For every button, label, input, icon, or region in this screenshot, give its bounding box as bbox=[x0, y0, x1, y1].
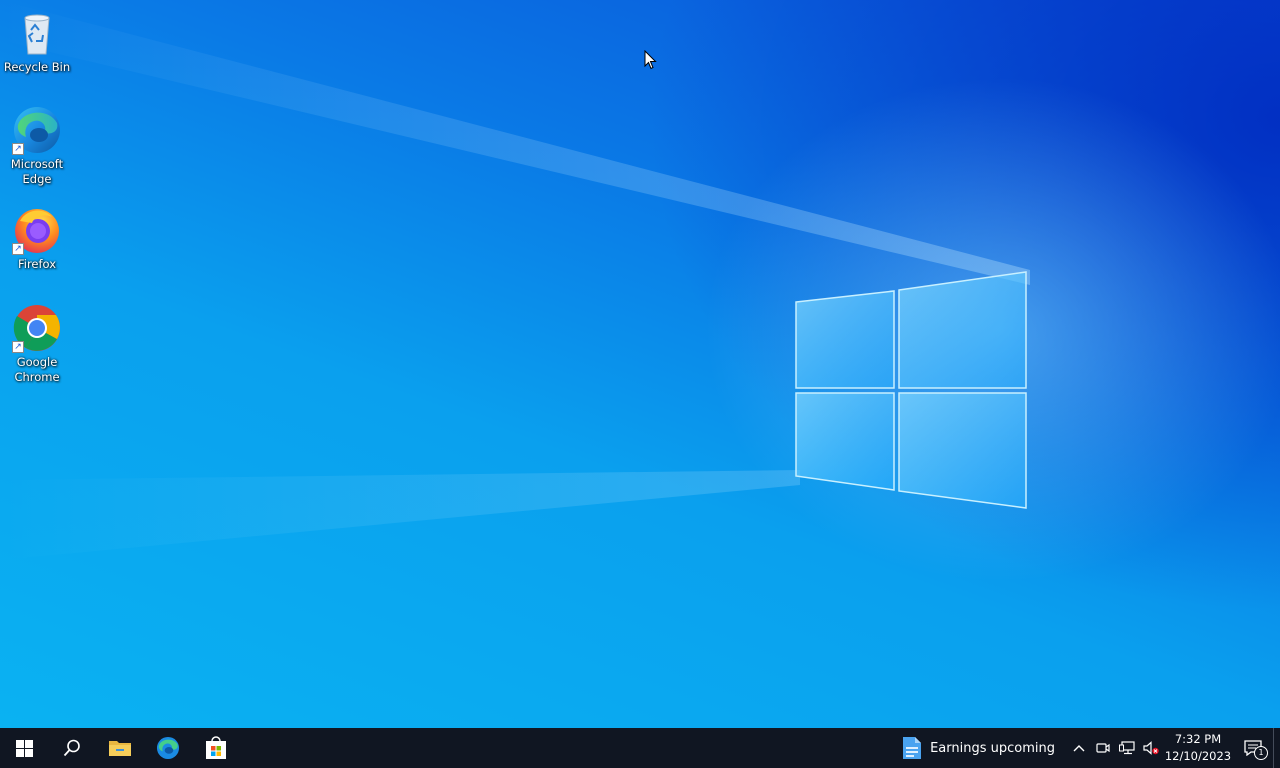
firefox-icon: ↗ bbox=[12, 205, 62, 255]
start-button[interactable] bbox=[0, 728, 48, 768]
search-icon bbox=[63, 739, 80, 757]
network-button[interactable] bbox=[1115, 728, 1139, 768]
volume-muted-icon bbox=[1143, 741, 1159, 755]
shortcut-arrow-icon: ↗ bbox=[12, 341, 24, 353]
clock-time: 7:32 PM bbox=[1174, 732, 1222, 746]
recycle-bin-label: Recycle Bin bbox=[3, 60, 71, 74]
windows-logo-wallpaper bbox=[795, 271, 1027, 509]
show-hidden-icons-button[interactable] bbox=[1067, 728, 1091, 768]
volume-button[interactable] bbox=[1139, 728, 1163, 768]
desktop-icon-google-chrome[interactable]: ↗ Google Chrome bbox=[2, 303, 72, 385]
google-chrome-label: Google Chrome bbox=[14, 355, 60, 384]
microsoft-store-button[interactable] bbox=[192, 728, 240, 768]
chevron-up-icon bbox=[1073, 745, 1085, 752]
recycle-bin-icon bbox=[12, 8, 62, 58]
mouse-cursor-icon bbox=[644, 50, 657, 70]
desktop-icon-firefox[interactable]: ↗ Firefox bbox=[2, 205, 72, 272]
shortcut-arrow-icon: ↗ bbox=[12, 143, 24, 155]
firefox-label: Firefox bbox=[17, 257, 57, 271]
start-icon bbox=[15, 739, 33, 757]
news-and-interests-button[interactable]: Earnings upcoming bbox=[896, 728, 1067, 768]
desktop-icon-recycle-bin[interactable]: Recycle Bin bbox=[2, 8, 72, 75]
search-button[interactable] bbox=[48, 728, 96, 768]
shortcut-arrow-icon: ↗ bbox=[12, 243, 24, 255]
file-explorer-button[interactable] bbox=[96, 728, 144, 768]
file-explorer-icon bbox=[109, 741, 131, 756]
edge-taskbar-button[interactable] bbox=[144, 728, 192, 768]
news-stocks-icon bbox=[903, 737, 922, 759]
show-desktop-button[interactable] bbox=[1273, 728, 1280, 768]
taskbar: Earnings upcoming 7:32 PM 12/10/2023 1 bbox=[0, 728, 1280, 768]
meet-now-button[interactable] bbox=[1091, 728, 1115, 768]
edge-icon: ↗ bbox=[12, 105, 62, 155]
meet-now-icon bbox=[1096, 743, 1110, 753]
microsoft-edge-label: Microsoft Edge bbox=[10, 157, 64, 186]
clock-date: 12/10/2023 bbox=[1164, 749, 1232, 763]
action-center-button[interactable]: 1 bbox=[1233, 728, 1273, 768]
desktop-icon-microsoft-edge[interactable]: ↗ Microsoft Edge bbox=[2, 105, 72, 187]
news-headline: Earnings upcoming bbox=[930, 740, 1055, 756]
network-icon bbox=[1119, 741, 1135, 755]
desktop[interactable]: Recycle Bin ↗ Microsoft Edge ↗ Firefox ↗… bbox=[0, 0, 1280, 728]
notification-count-badge: 1 bbox=[1254, 746, 1268, 760]
system-tray: Earnings upcoming 7:32 PM 12/10/2023 1 bbox=[896, 728, 1280, 768]
clock[interactable]: 7:32 PM 12/10/2023 bbox=[1163, 728, 1233, 768]
edge-icon bbox=[156, 736, 180, 760]
chrome-icon: ↗ bbox=[12, 303, 62, 353]
wallpaper-light-beams bbox=[0, 0, 1030, 560]
microsoft-store-icon bbox=[206, 736, 226, 759]
